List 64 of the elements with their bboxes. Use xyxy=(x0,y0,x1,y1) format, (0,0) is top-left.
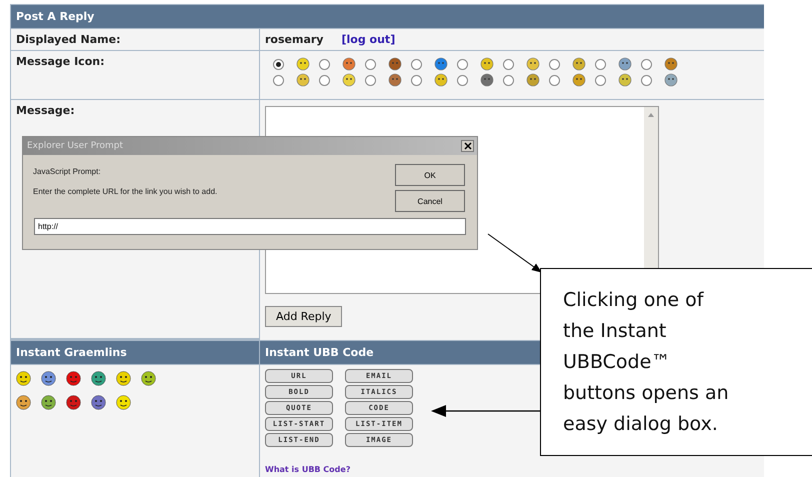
emoticon-icon xyxy=(618,57,632,71)
emoticon-icon xyxy=(434,73,448,87)
radio-button[interactable] xyxy=(411,74,422,86)
radio-button[interactable] xyxy=(365,58,376,70)
scrollbar[interactable] xyxy=(644,107,658,271)
emoticon-icon xyxy=(572,73,586,87)
radio-button[interactable] xyxy=(457,74,468,86)
radio-button[interactable] xyxy=(595,58,606,70)
emoticon-icon xyxy=(480,73,494,87)
emoticon-icon xyxy=(388,57,402,71)
emoticon-icon xyxy=(296,57,310,71)
dialog-button[interactable]: Cancel xyxy=(395,190,465,212)
emoticon-icon xyxy=(664,57,678,71)
smiley-icon[interactable] xyxy=(66,395,81,410)
prompt-label: JavaScript Prompt: xyxy=(33,167,102,176)
radio-button[interactable] xyxy=(457,58,468,70)
smiley-icon[interactable] xyxy=(116,371,131,386)
scroll-up-icon[interactable] xyxy=(647,111,655,119)
radio-button[interactable] xyxy=(641,74,652,86)
radio-button[interactable] xyxy=(365,74,376,86)
radio-button[interactable] xyxy=(595,74,606,86)
logout-link[interactable]: [log out] xyxy=(341,33,396,46)
smiley-icon[interactable] xyxy=(116,395,131,410)
radio-button[interactable] xyxy=(549,58,560,70)
smiley-icon[interactable] xyxy=(141,371,156,386)
smiley-icon[interactable] xyxy=(41,395,56,410)
radio-button[interactable] xyxy=(273,74,284,86)
radio-button[interactable] xyxy=(503,74,514,86)
emoticon-icon xyxy=(342,73,356,87)
emoticon-icon xyxy=(480,57,494,71)
emoticon-icon xyxy=(526,57,540,71)
emoticon-icon xyxy=(572,57,586,71)
emoticon-icon xyxy=(526,73,540,87)
radio-button[interactable] xyxy=(319,74,330,86)
smiley-icon[interactable] xyxy=(16,395,31,410)
close-button[interactable] xyxy=(461,140,474,152)
emoticon-icon xyxy=(618,73,632,87)
radio-button[interactable] xyxy=(549,74,560,86)
smiley-icon[interactable] xyxy=(16,371,31,386)
prompt-message: Enter the complete URL for the link you wish to add. xyxy=(33,187,218,196)
section-header: Instant Graemlins xyxy=(11,341,259,364)
smiley-icon[interactable] xyxy=(41,371,56,386)
username: rosemary xyxy=(265,33,324,46)
dialog-button[interactable]: OK xyxy=(395,164,465,186)
smiley-icon[interactable] xyxy=(91,371,106,386)
emoticon-icon xyxy=(342,57,356,71)
emoticon-icon xyxy=(434,57,448,71)
radio-button[interactable] xyxy=(641,58,652,70)
radio-button[interactable] xyxy=(411,58,422,70)
dialog-title: Explorer User Prompt xyxy=(27,141,123,151)
radio-button[interactable] xyxy=(273,58,284,70)
field-label: Message Icon: xyxy=(11,51,259,99)
form-header: Post A Reply xyxy=(11,5,764,28)
smiley-icon[interactable] xyxy=(66,371,81,386)
radio-button[interactable] xyxy=(319,58,330,70)
smiley-icon[interactable] xyxy=(91,395,106,410)
radio-button[interactable] xyxy=(503,58,514,70)
emoticon-icon xyxy=(664,73,678,87)
emoticon-icon xyxy=(388,73,402,87)
field-label: Displayed Name: xyxy=(11,29,259,50)
add-reply-button[interactable]: Add Reply xyxy=(265,306,342,327)
emoticon-icon xyxy=(296,73,310,87)
url-input-field[interactable]: http:// xyxy=(34,218,466,235)
ubb-help-link[interactable]: What is UBB Code? xyxy=(265,465,759,474)
